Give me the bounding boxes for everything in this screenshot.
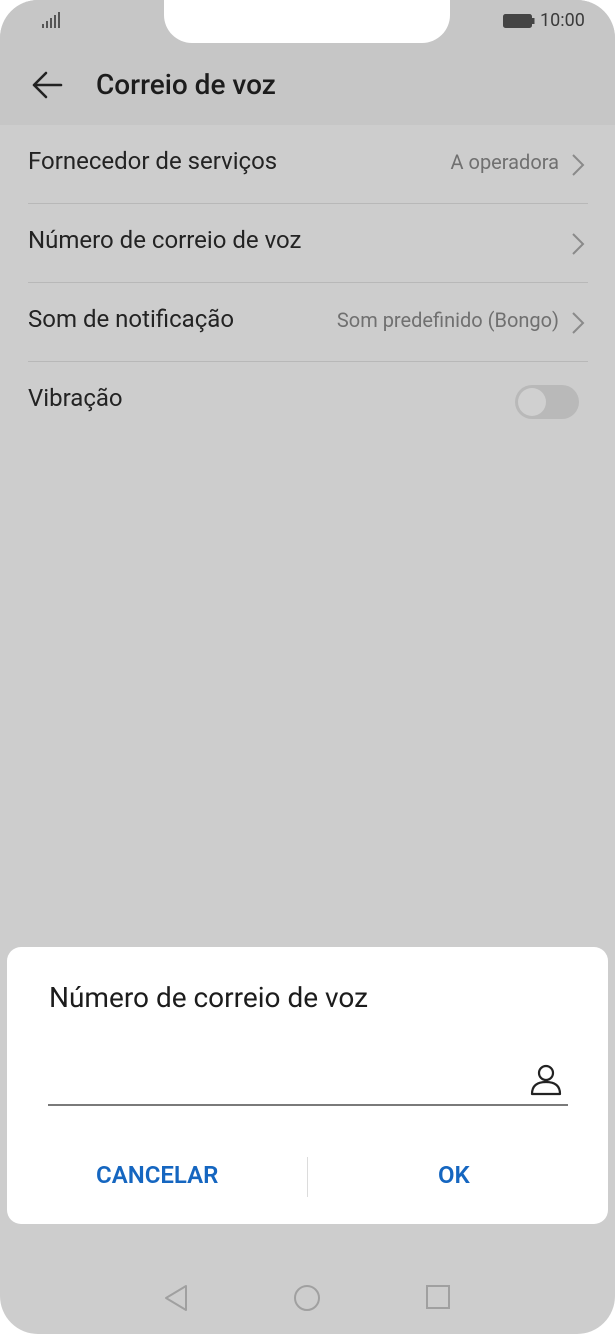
setting-value: A operadora (450, 150, 559, 174)
ok-button[interactable]: OK (438, 1161, 470, 1189)
chevron-right-icon (572, 154, 585, 176)
nav-recents-icon[interactable] (425, 1284, 451, 1310)
app-bar: Correio de voz (0, 46, 615, 125)
status-bar: 10:00 (0, 0, 615, 46)
chevron-right-icon (572, 312, 585, 334)
vibration-toggle[interactable] (515, 385, 579, 419)
battery-icon (503, 14, 535, 28)
contact-icon[interactable] (529, 1063, 563, 1097)
navigation-bar (0, 1258, 615, 1334)
setting-label: Som de notificação (28, 305, 235, 333)
button-separator (307, 1157, 308, 1197)
setting-label: Número de correio de voz (28, 226, 302, 254)
setting-value: Som predefinido (Bongo) (336, 308, 559, 332)
setting-service-provider[interactable]: Fornecedor de serviços A operadora (0, 125, 615, 204)
notch (164, 0, 450, 43)
setting-voicemail-number[interactable]: Número de correio de voz (0, 204, 615, 283)
back-arrow-icon[interactable] (30, 68, 64, 102)
voicemail-number-input[interactable] (48, 1104, 568, 1106)
status-time: 10:00 (540, 10, 585, 31)
chevron-right-icon (572, 233, 585, 255)
setting-label: Fornecedor de serviços (28, 147, 278, 175)
nav-back-icon[interactable] (162, 1284, 190, 1312)
signal-icon (42, 12, 60, 28)
toggle-knob (518, 388, 546, 416)
page-title: Correio de voz (96, 68, 276, 101)
voicemail-number-dialog: Número de correio de voz CANCELAR OK (7, 947, 608, 1224)
setting-notification-sound[interactable]: Som de notificação Som predefinido (Bong… (0, 283, 615, 362)
cancel-button[interactable]: CANCELAR (96, 1161, 218, 1189)
phone-screen: 10:00 Correio de voz Fornecedor de servi… (0, 0, 615, 1334)
dialog-title: Número de correio de voz (49, 981, 369, 1014)
nav-home-icon[interactable] (293, 1284, 321, 1312)
setting-label: Vibração (28, 384, 123, 412)
